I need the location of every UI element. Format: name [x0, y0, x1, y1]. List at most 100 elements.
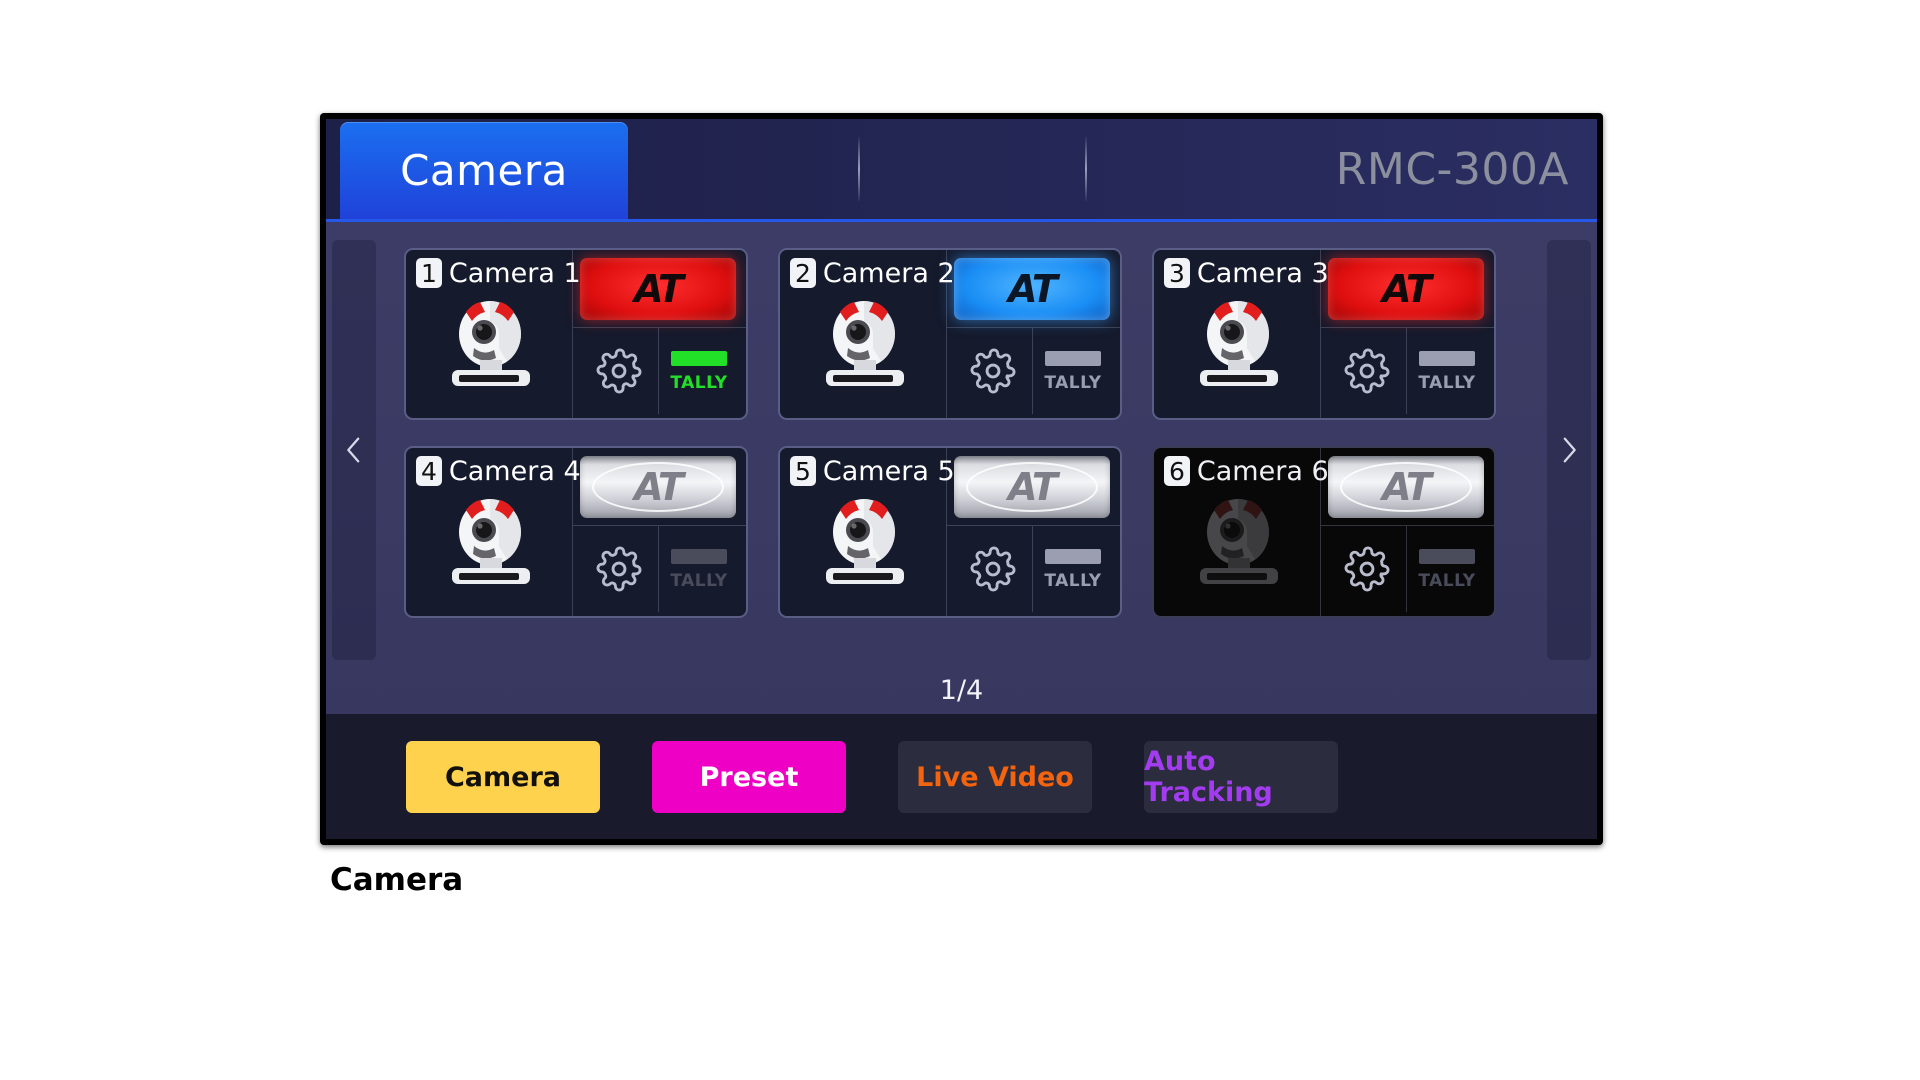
camera-thumbnail	[804, 294, 924, 398]
tally-label: TALLY	[1418, 372, 1476, 393]
device-screen: Camera RMC-300A 1 Camera 1 AT TALLY 2 Camera …	[326, 119, 1597, 839]
gear-icon	[1344, 546, 1390, 592]
tab-camera-label: Camera	[400, 146, 568, 195]
tally-indicator-2[interactable]: TALLY	[1034, 328, 1112, 414]
tally-indicator-1[interactable]: TALLY	[660, 328, 738, 414]
at-label: AT	[1008, 465, 1058, 509]
camera-settings-button-4[interactable]	[580, 526, 659, 612]
auto-tracking-toggle-4[interactable]: AT	[580, 456, 736, 518]
ptz-camera-illustration	[826, 301, 904, 386]
tally-lamp	[1045, 548, 1101, 564]
camera-title-row: 5 Camera 5	[790, 456, 955, 486]
rmc-300a-device-frame: Camera RMC-300A 1 Camera 1 AT TALLY 2 Camera …	[320, 113, 1603, 845]
tally-label: TALLY	[1044, 372, 1102, 393]
prev-page-button[interactable]	[332, 240, 376, 660]
camera-number-badge: 4	[416, 456, 442, 486]
gear-icon	[970, 348, 1016, 394]
camera-number-badge: 2	[790, 258, 816, 288]
auto-tracking-toggle-2[interactable]: AT	[954, 258, 1110, 320]
at-label: AT	[1382, 267, 1432, 311]
camera-thumbnail	[430, 492, 550, 596]
camera-thumbnail	[430, 294, 550, 398]
camera-card-6[interactable]: 6 Camera 6 AT TALLY	[1152, 446, 1496, 618]
camera-number-badge: 6	[1164, 456, 1190, 486]
tally-label: TALLY	[1418, 570, 1476, 591]
camera-settings-button-1[interactable]	[580, 328, 659, 414]
camera-settings-button-2[interactable]	[954, 328, 1033, 414]
camera-thumbnail	[1178, 492, 1298, 596]
camera-name-label: Camera 3	[1196, 257, 1329, 289]
tally-lamp	[671, 548, 727, 564]
camera-grid: 1 Camera 1 AT TALLY 2 Camera 2 AT TALLY 3 Camera …	[404, 248, 1496, 648]
ptz-camera-illustration	[452, 301, 530, 386]
auto-tracking-toggle-1[interactable]: AT	[580, 258, 736, 320]
tally-indicator-4[interactable]: TALLY	[660, 526, 738, 612]
camera-title-row: 2 Camera 2	[790, 258, 955, 288]
gear-icon	[596, 348, 642, 394]
tab-camera[interactable]: Camera	[340, 122, 628, 219]
header-slot-mid	[860, 119, 1085, 219]
tally-indicator-6[interactable]: TALLY	[1408, 526, 1486, 612]
tally-indicator-5[interactable]: TALLY	[1034, 526, 1112, 612]
camera-number-badge: 5	[790, 456, 816, 486]
app-header: Camera RMC-300A	[326, 119, 1597, 222]
footer-button-camera-label: Camera	[444, 761, 561, 793]
page-indicator: 1/4	[939, 675, 984, 706]
chevron-left-icon	[347, 437, 360, 463]
tally-lamp	[1419, 350, 1475, 366]
camera-settings-button-6[interactable]	[1328, 526, 1407, 612]
ptz-camera-illustration	[452, 499, 530, 584]
camera-settings-button-3[interactable]	[1328, 328, 1407, 414]
camera-settings-button-5[interactable]	[954, 526, 1033, 612]
camera-title-row: 3 Camera 3	[1164, 258, 1329, 288]
camera-card-4[interactable]: 4 Camera 4 AT TALLY	[404, 446, 748, 618]
camera-title-row: 4 Camera 4	[416, 456, 581, 486]
camera-name-label: Camera 5	[822, 455, 955, 487]
gear-icon	[1344, 348, 1390, 394]
footer-button-camera[interactable]: Camera	[406, 741, 600, 813]
footer-button-auto-tracking-label: Auto Tracking	[1144, 746, 1273, 808]
gear-icon	[596, 546, 642, 592]
gear-icon	[970, 546, 1016, 592]
tally-label: TALLY	[1044, 570, 1102, 591]
ptz-camera-illustration	[1200, 499, 1278, 584]
camera-card-3[interactable]: 3 Camera 3 AT TALLY	[1152, 248, 1496, 420]
auto-tracking-toggle-3[interactable]: AT	[1328, 258, 1484, 320]
camera-card-1[interactable]: 1 Camera 1 AT TALLY	[404, 248, 748, 420]
tally-indicator-3[interactable]: TALLY	[1408, 328, 1486, 414]
at-label: AT	[634, 465, 684, 509]
tally-label: TALLY	[670, 372, 728, 393]
camera-name-label: Camera 4	[448, 455, 581, 487]
camera-title-row: 6 Camera 6	[1164, 456, 1329, 486]
camera-title-row: 1 Camera 1	[416, 258, 581, 288]
camera-name-label: Camera 1	[448, 257, 581, 289]
footer-toolbar: Camera Preset Live Video Auto Tracking	[326, 714, 1597, 839]
footer-button-preset[interactable]: Preset	[652, 741, 846, 813]
footer-button-live-video-label: Live Video	[916, 761, 1074, 793]
auto-tracking-toggle-5[interactable]: AT	[954, 456, 1110, 518]
chevron-right-icon	[1563, 437, 1576, 463]
camera-number-badge: 3	[1164, 258, 1190, 288]
figure-caption: Camera	[330, 862, 464, 898]
at-label: AT	[1382, 465, 1432, 509]
camera-name-label: Camera 6	[1196, 455, 1329, 487]
ptz-camera-illustration	[1200, 301, 1278, 386]
ptz-camera-illustration	[826, 499, 904, 584]
camera-thumbnail	[804, 492, 924, 596]
camera-card-2[interactable]: 2 Camera 2 AT TALLY	[778, 248, 1122, 420]
next-page-button[interactable]	[1547, 240, 1591, 660]
camera-card-5[interactable]: 5 Camera 5 AT TALLY	[778, 446, 1122, 618]
tally-lamp	[1045, 350, 1101, 366]
camera-name-label: Camera 2	[822, 257, 955, 289]
footer-button-auto-tracking[interactable]: Auto Tracking	[1144, 741, 1338, 813]
tally-lamp	[1419, 548, 1475, 564]
camera-number-badge: 1	[416, 258, 442, 288]
camera-grid-panel: 1 Camera 1 AT TALLY 2 Camera 2 AT TALLY 3 Camera …	[326, 222, 1597, 714]
header-slot-left	[628, 119, 858, 219]
auto-tracking-toggle-6[interactable]: AT	[1328, 456, 1484, 518]
tally-label: TALLY	[670, 570, 728, 591]
footer-button-preset-label: Preset	[699, 761, 799, 793]
device-model-name: RMC-300A	[1335, 143, 1569, 195]
footer-button-live-video[interactable]: Live Video	[898, 741, 1092, 813]
at-label: AT	[634, 267, 684, 311]
